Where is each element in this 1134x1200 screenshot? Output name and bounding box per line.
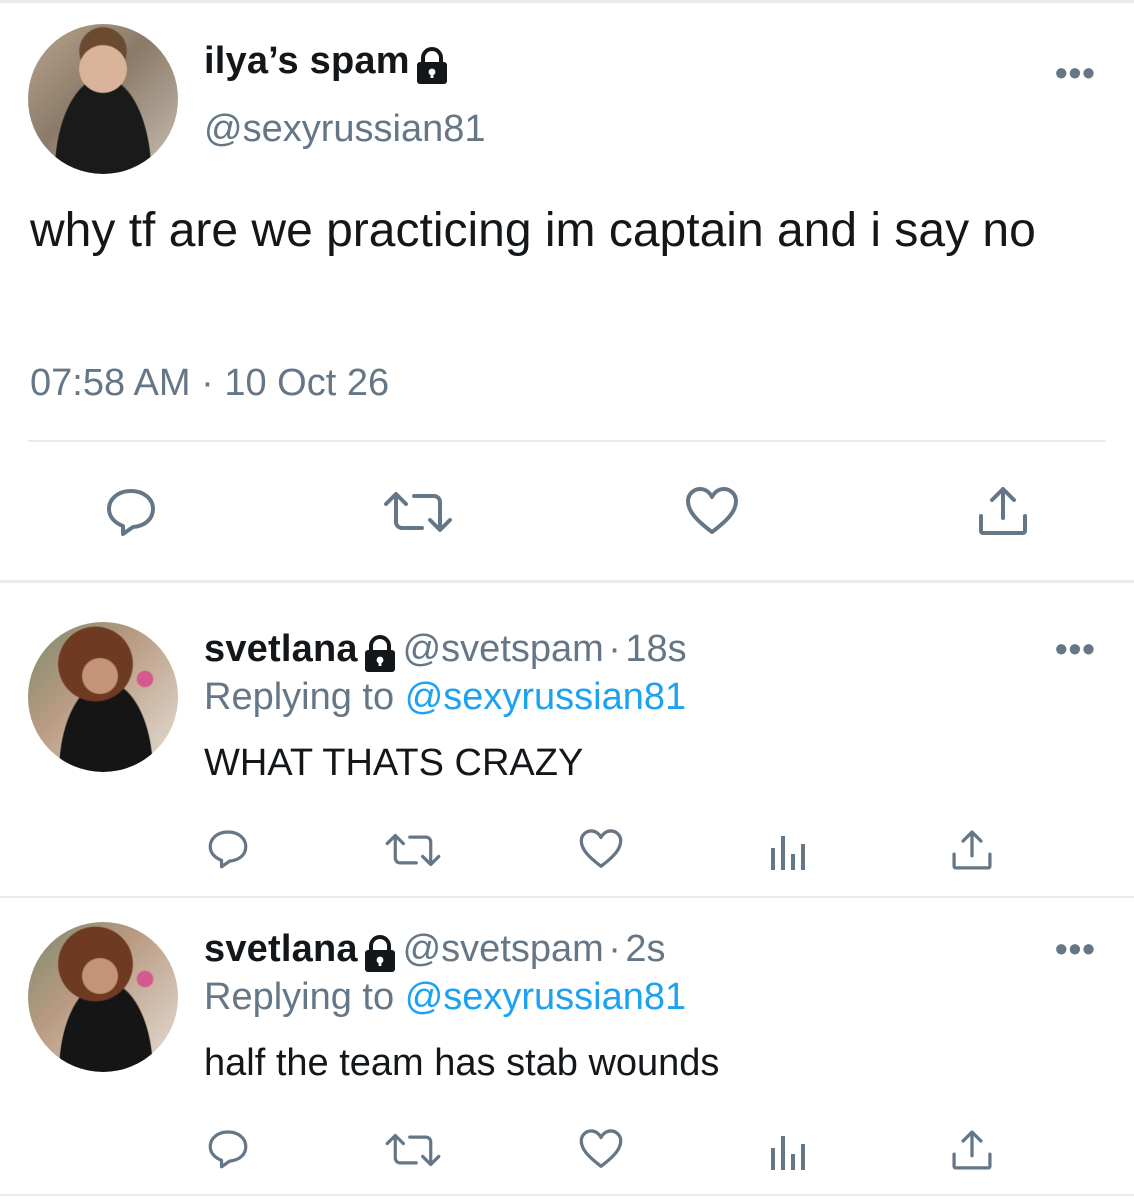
heart-icon <box>579 829 623 868</box>
meta-separator: · <box>201 362 214 404</box>
retweet-icon <box>385 1133 441 1167</box>
reply-author-row: svetlana @svetspam · 18s <box>204 628 687 678</box>
like-button[interactable] <box>578 1128 624 1170</box>
tweet-timestamp: 07:58 AM · 10 Oct 26 <box>30 362 389 405</box>
reply-button[interactable] <box>104 486 158 538</box>
share-button[interactable] <box>976 484 1030 538</box>
reply-more-options-button[interactable]: ••• <box>1055 628 1096 670</box>
stats-divider <box>28 440 1106 442</box>
retweet-button[interactable] <box>382 490 454 534</box>
reply-more-options-button[interactable]: ••• <box>1055 928 1096 970</box>
avatar[interactable] <box>28 24 178 174</box>
reply-text: half the team has stab wounds <box>204 1042 720 1084</box>
replying-to-handle-link[interactable]: @sexyrussian81 <box>405 976 686 1018</box>
replying-to-handle-link[interactable]: @sexyrussian81 <box>405 676 686 718</box>
replying-to-label: Replying to <box>204 676 395 718</box>
retweet-icon <box>385 833 441 867</box>
analytics-button[interactable] <box>768 832 808 872</box>
reply-text: WHAT THATS CRAZY <box>204 742 584 784</box>
analytics-icon <box>771 836 805 870</box>
replying-to: Replying to @sexyrussian81 <box>204 676 686 719</box>
reply-age[interactable]: 18s <box>625 628 686 670</box>
tweet-time[interactable]: 07:58 AM <box>30 362 191 404</box>
reply-icon <box>208 1130 248 1169</box>
like-button[interactable] <box>578 828 624 870</box>
tweet-date[interactable]: 10 Oct 26 <box>224 362 389 404</box>
replying-to: Replying to @sexyrussian81 <box>204 976 686 1019</box>
more-options-button[interactable]: ••• <box>1055 52 1096 94</box>
analytics-button[interactable] <box>768 1132 808 1172</box>
share-icon <box>952 830 992 870</box>
lock-icon <box>362 635 398 678</box>
reply-display-name[interactable]: svetlana <box>204 928 358 970</box>
reply-separator: · <box>608 628 621 670</box>
reply-icon <box>208 830 248 869</box>
display-name[interactable]: ilya’s spam <box>204 40 410 82</box>
reply-separator: · <box>608 928 621 970</box>
reply-handle[interactable]: @svetspam <box>403 628 604 670</box>
reply-display-name[interactable]: svetlana <box>204 628 358 670</box>
author-row: ilya’s spam <box>204 40 450 90</box>
replying-to-label: Replying to <box>204 976 395 1018</box>
retweet-button[interactable] <box>384 1132 442 1168</box>
lock-icon <box>414 47 450 90</box>
reply-handle[interactable]: @svetspam <box>403 928 604 970</box>
reply-button[interactable] <box>206 1128 250 1170</box>
share-icon <box>952 1130 992 1170</box>
retweet-button[interactable] <box>384 832 442 868</box>
reply-avatar[interactable] <box>28 922 178 1072</box>
lock-icon <box>362 935 398 978</box>
reply-author-row: svetlana @svetspam · 2s <box>204 928 666 978</box>
reply-age[interactable]: 2s <box>625 928 665 970</box>
retweet-icon <box>384 492 452 532</box>
section-divider <box>0 580 1134 583</box>
section-divider <box>0 896 1134 898</box>
reply-icon <box>107 489 155 536</box>
reply-button[interactable] <box>206 828 250 870</box>
analytics-icon <box>771 1136 805 1170</box>
handle[interactable]: @sexyrussian81 <box>204 108 485 151</box>
heart-icon <box>686 487 738 534</box>
share-icon <box>979 487 1027 535</box>
heart-icon <box>579 1129 623 1168</box>
top-divider <box>0 0 1134 3</box>
tweet-text: why tf are we practicing im captain and … <box>30 204 1036 257</box>
bottom-divider <box>0 1194 1134 1196</box>
share-button[interactable] <box>950 1128 994 1172</box>
reply-avatar[interactable] <box>28 622 178 772</box>
like-button[interactable] <box>684 486 740 536</box>
share-button[interactable] <box>950 828 994 872</box>
